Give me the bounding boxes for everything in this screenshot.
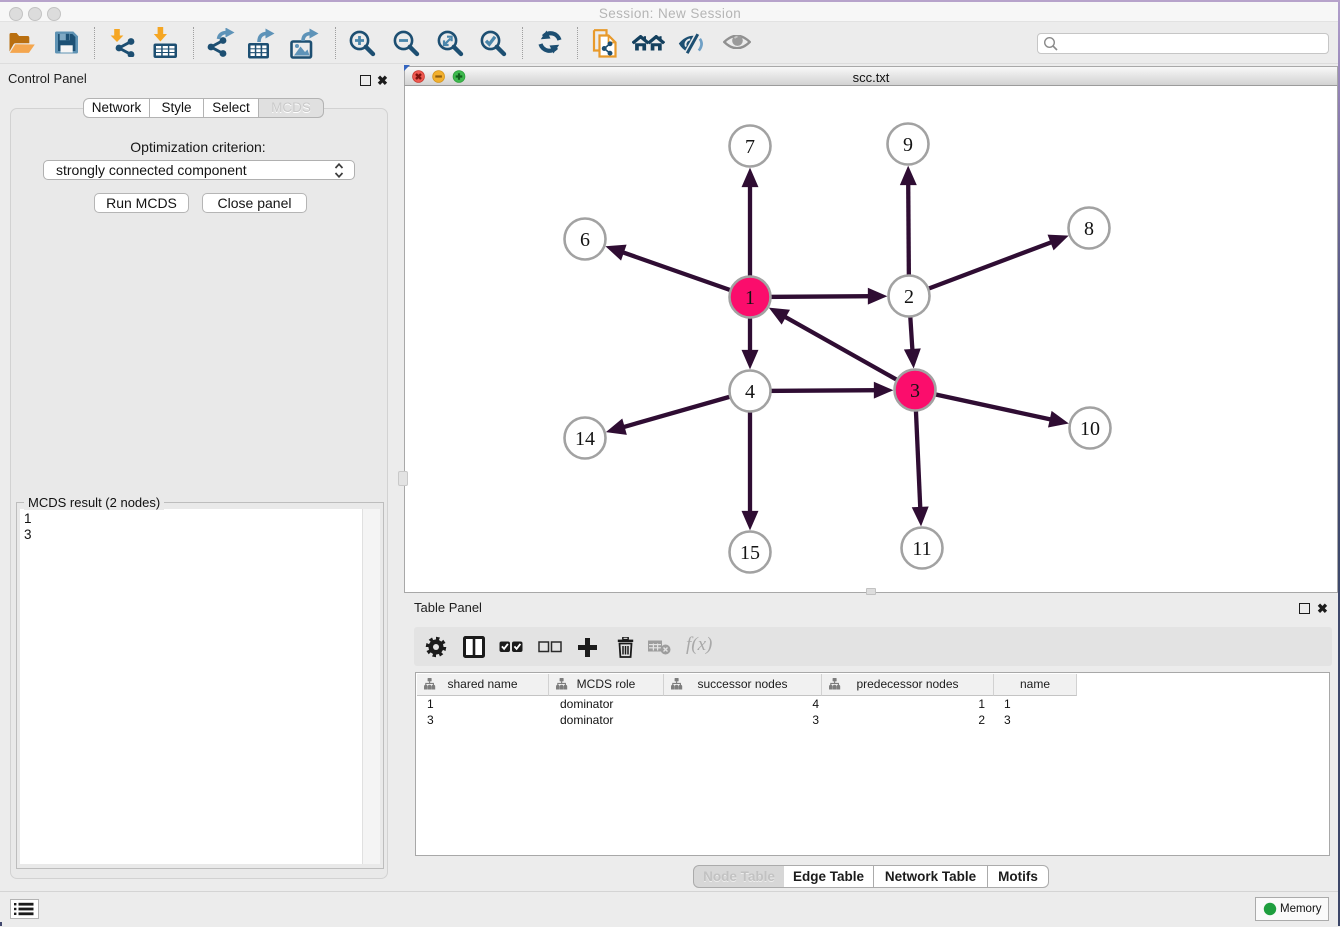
svg-text:10: 10 xyxy=(1080,418,1100,440)
svg-text:14: 14 xyxy=(575,428,595,450)
svg-text:6: 6 xyxy=(580,229,590,251)
svg-text:11: 11 xyxy=(912,538,931,560)
svg-text:9: 9 xyxy=(903,134,913,156)
svg-text:4: 4 xyxy=(745,381,755,403)
svg-text:15: 15 xyxy=(740,542,760,564)
svg-text:7: 7 xyxy=(745,136,755,158)
svg-text:8: 8 xyxy=(1084,218,1094,240)
svg-text:1: 1 xyxy=(745,287,755,309)
svg-text:2: 2 xyxy=(904,286,914,308)
svg-text:3: 3 xyxy=(910,380,920,402)
